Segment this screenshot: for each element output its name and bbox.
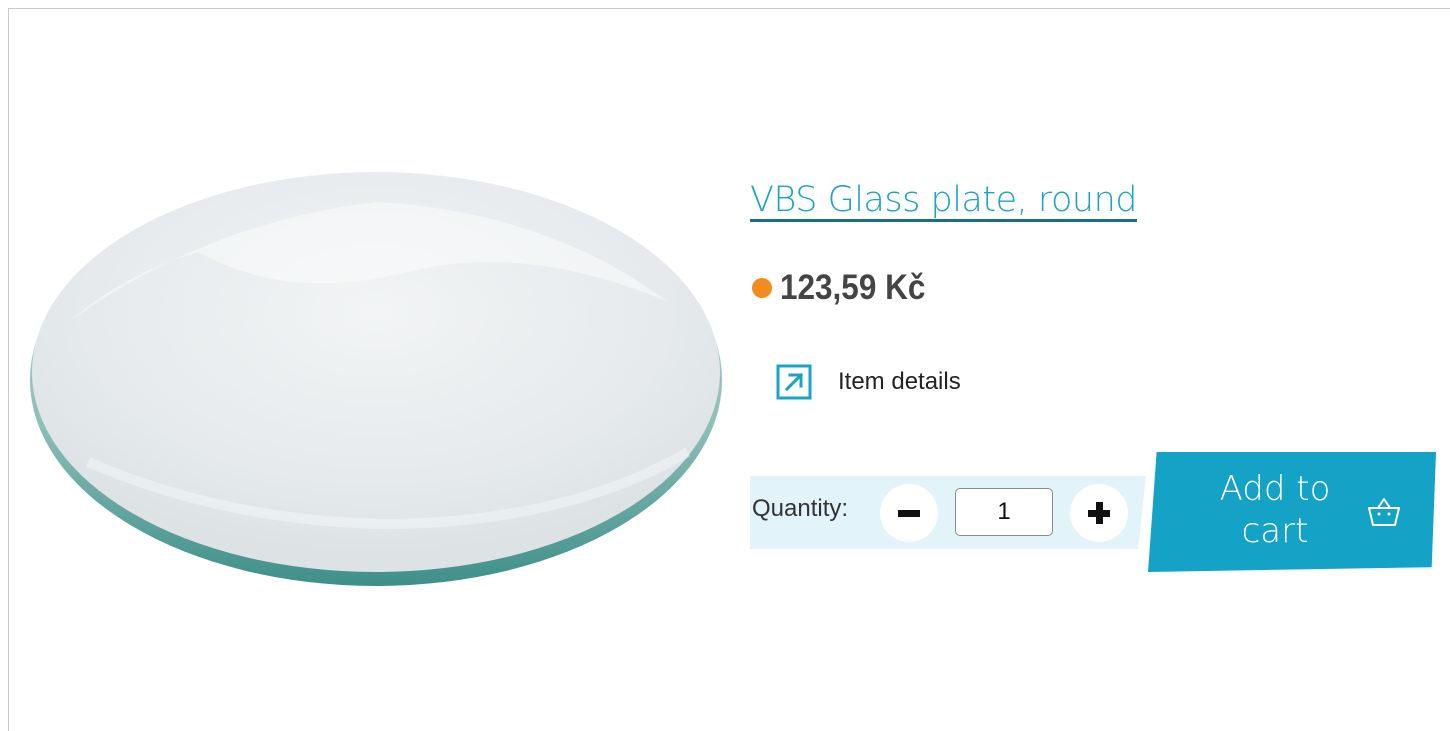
item-details-label: Item details: [838, 368, 961, 395]
quantity-label: Quantity:: [752, 495, 849, 522]
price-row: 123,59 Kč: [752, 268, 942, 308]
quantity-decrement-button[interactable]: [880, 484, 938, 542]
product-price: 123,59 Kč: [780, 268, 926, 307]
product-image[interactable]: [28, 162, 724, 590]
add-to-cart-label: Add to cart: [1219, 469, 1331, 551]
quantity-increment-button[interactable]: [1070, 484, 1128, 542]
add-to-cart-button[interactable]: Add to cart: [1148, 452, 1436, 572]
item-details-link[interactable]: Item details: [776, 364, 961, 400]
stock-status-dot: [752, 278, 772, 298]
product-title-link[interactable]: VBS Glass plate, round: [750, 180, 1138, 220]
external-link-icon: [776, 364, 812, 400]
quantity-input[interactable]: [955, 488, 1053, 536]
minus-icon: [898, 510, 920, 517]
basket-icon: [1368, 498, 1400, 526]
